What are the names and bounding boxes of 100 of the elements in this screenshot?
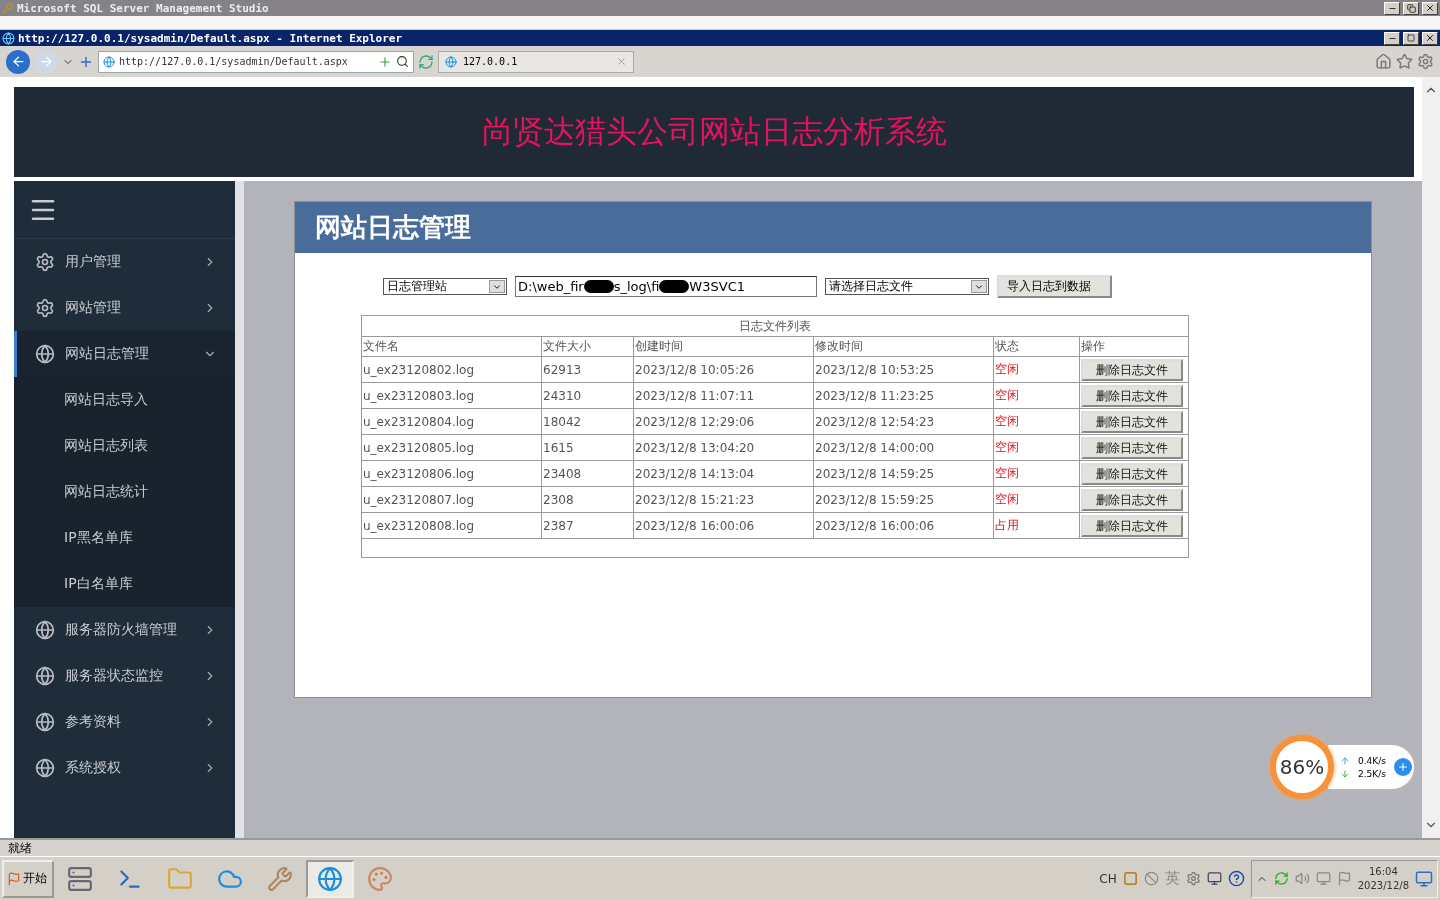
address-bar[interactable]: http://127.0.0.1/sysadmin/Default.aspx	[98, 50, 414, 73]
sidebar-item[interactable]: 服务器状态监控	[14, 653, 235, 699]
clock-time: 16:04	[1368, 864, 1398, 879]
table-cell: 2023/12/8 11:07:11	[633, 382, 814, 409]
status-cell: 空闲	[993, 434, 1080, 461]
table-cell: u_ex23120803.log	[361, 382, 542, 409]
delete-button[interactable]: 删除日志文件	[1081, 514, 1183, 537]
sidebar-item[interactable]: 服务器防火墙管理	[14, 607, 235, 653]
close-button[interactable]	[1422, 1, 1438, 15]
delete-button[interactable]: 删除日志文件	[1081, 410, 1183, 433]
sidebar-subitem[interactable]: 网站日志列表	[14, 423, 235, 469]
monitor-icon	[1206, 871, 1222, 886]
import-button[interactable]: 导入日志到数据	[997, 275, 1112, 298]
start-button[interactable]: 开始	[2, 859, 54, 898]
table-cell: u_ex23120802.log	[361, 356, 542, 383]
clock-date: 2023/12/8	[1357, 878, 1409, 893]
sidebar-item[interactable]: 网站日志管理	[14, 331, 235, 377]
add-icon	[378, 54, 392, 69]
status-cell: 空闲	[993, 460, 1080, 487]
sidebar-subitem[interactable]: 网站日志统计	[14, 469, 235, 515]
file-select[interactable]: 请选择日志文件	[825, 278, 989, 295]
settings-icon	[1417, 53, 1434, 70]
status-cell: 空闲	[993, 486, 1080, 513]
star-icon	[1396, 53, 1413, 70]
sidebar-item[interactable]: 参考资料	[14, 699, 235, 745]
table-cell: u_ex23120806.log	[361, 460, 542, 487]
globe-icon	[35, 666, 55, 686]
column-header: 创建时间	[633, 336, 814, 357]
table-cell: u_ex23120804.log	[361, 408, 542, 435]
globe-icon	[35, 758, 55, 778]
back-button[interactable]	[6, 49, 30, 74]
sidebar-subitem[interactable]: IP黑名单库	[14, 515, 235, 561]
browser-tab[interactable]: 127.0.0.1	[438, 50, 634, 73]
status-cell: 空闲	[993, 382, 1080, 409]
sidebar-item[interactable]: 网站管理	[14, 285, 235, 331]
table-cell: 2023/12/8 10:05:26	[633, 356, 814, 383]
maximize-button[interactable]	[1403, 31, 1419, 45]
table-cell: 2023/12/8 16:00:06	[813, 512, 994, 539]
column-header: 文件大小	[541, 336, 634, 357]
delete-button[interactable]: 删除日志文件	[1081, 488, 1183, 511]
table-cell: 2308	[541, 486, 634, 513]
table-cell: 2023/12/8 14:13:04	[633, 460, 814, 487]
table-cell: 2023/12/8 14:59:25	[813, 460, 994, 487]
table-cell: 24310	[541, 382, 634, 409]
sidebar-subitem[interactable]: 网站日志导入	[14, 377, 235, 423]
plus-icon	[1396, 761, 1409, 773]
download-icon	[1340, 768, 1350, 779]
gear-icon	[1185, 871, 1201, 886]
site-select[interactable]: 日志管理站	[383, 278, 507, 295]
delete-button[interactable]: 删除日志文件	[1081, 384, 1183, 407]
minimize-button[interactable]	[1384, 31, 1400, 45]
globe-icon	[35, 712, 55, 732]
network-icon	[1315, 871, 1331, 886]
table-cell: 18042	[541, 408, 634, 435]
refresh-icon	[418, 53, 434, 70]
scrollbar[interactable]	[1422, 77, 1440, 838]
search-icon	[396, 55, 409, 68]
column-header: 状态	[993, 336, 1080, 357]
taskbar-app[interactable]	[306, 859, 354, 898]
path-field[interactable]: D:\web_fir s_log\fi W3SVC1	[515, 276, 817, 297]
sidebar-subitem[interactable]: IP白名单库	[14, 561, 235, 607]
sidebar-item[interactable]: 系统授权	[14, 745, 235, 791]
table-cell: 23408	[541, 460, 634, 487]
restore-button[interactable]	[1403, 1, 1419, 15]
window-title: Microsoft SQL Server Management Studio	[17, 1, 270, 15]
delete-button[interactable]: 删除日志文件	[1081, 462, 1183, 485]
add-button[interactable]	[1393, 758, 1412, 776]
flag-icon	[1336, 871, 1352, 886]
site-title: 尚贤达猎头公司网站日志分析系统	[481, 112, 947, 151]
server-icon	[67, 865, 93, 892]
table-cell: 62913	[541, 356, 634, 383]
desktop-icon	[1415, 869, 1433, 888]
tools-icon	[267, 865, 293, 892]
table-cell: 2387	[541, 512, 634, 539]
delete-button[interactable]: 删除日志文件	[1081, 436, 1183, 459]
table-cell: u_ex23120805.log	[361, 434, 542, 461]
table-cell: 2023/12/8 12:54:23	[813, 408, 994, 435]
ban-icon	[1143, 871, 1159, 886]
page-icon	[445, 55, 457, 68]
page-icon	[103, 55, 115, 68]
status-cell: 占用	[993, 512, 1080, 539]
browser-icon	[317, 865, 343, 892]
globe-icon	[35, 620, 55, 640]
table-cell: 1615	[541, 434, 634, 461]
download-rate: 2.5K/s	[1358, 768, 1386, 779]
column-header: 文件名	[361, 336, 542, 357]
language-indicator[interactable]: CH	[1099, 871, 1117, 886]
delete-button[interactable]: 删除日志文件	[1081, 358, 1183, 381]
close-icon	[1425, 3, 1435, 13]
sidebar-item[interactable]: 用户管理	[14, 239, 235, 285]
close-button[interactable]	[1422, 31, 1438, 45]
palette-icon	[367, 865, 393, 892]
status-cell: 空闲	[993, 356, 1080, 383]
home-icon	[1375, 53, 1392, 70]
upload-icon	[1340, 755, 1350, 766]
status-cell: 空闲	[993, 408, 1080, 435]
table-cell: 2023/12/8 14:00:00	[813, 434, 994, 461]
flag-icon	[7, 871, 21, 886]
status-text: 就绪	[8, 839, 32, 857]
minimize-button[interactable]	[1384, 1, 1400, 15]
